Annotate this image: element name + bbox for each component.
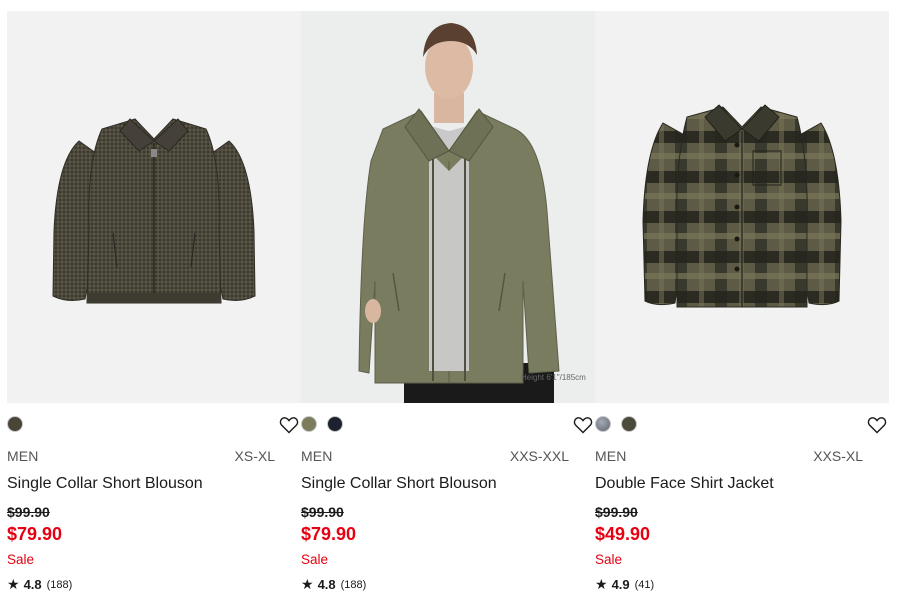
rating: ★ 4.9 (41) [595,576,654,593]
sale-badge: Sale [595,552,623,567]
product-image[interactable] [595,11,889,403]
product-name[interactable]: Single Collar Short Blouson [7,475,203,493]
heart-icon[interactable] [573,416,593,434]
product-card[interactable]: MEN XS-XL Single Collar Short Blouson $9… [7,11,301,605]
color-swatches [595,416,637,434]
color-swatch[interactable] [327,416,343,432]
sale-price: $79.90 [301,524,357,544]
heart-icon[interactable] [279,416,299,434]
rating-score: 4.8 [23,577,42,592]
product-gender: MEN [301,448,333,464]
sale-price: $49.90 [595,524,651,544]
star-icon: ★ [7,576,20,592]
product-card[interactable]: MEN XXS-XL Double Face Shirt Jacket $99.… [595,11,889,605]
review-count: (188) [46,578,73,591]
star-icon: ★ [301,576,314,592]
color-swatches [301,416,343,434]
rating-score: 4.9 [611,577,630,592]
star-icon: ★ [595,576,608,592]
color-swatch[interactable] [595,416,611,432]
product-name[interactable]: Double Face Shirt Jacket [595,475,774,493]
color-swatches [7,416,23,434]
review-count: (188) [340,578,367,591]
product-image[interactable]: Height 6'1"/185cm [301,11,595,403]
product-name[interactable]: Single Collar Short Blouson [301,475,497,493]
model-image [358,23,560,403]
sale-badge: Sale [301,552,329,567]
jacket-image [52,118,256,304]
color-swatch[interactable] [7,416,23,432]
product-card[interactable]: Height 6'1"/185cm MEN XXS-XXL Single Col… [301,11,595,605]
review-count: (41) [634,578,655,591]
sale-price: $79.90 [7,524,63,544]
model-height-caption: Height 6'1"/185cm [521,373,586,382]
product-sizes: XXS-XXL [509,448,569,464]
rating-score: 4.8 [317,577,336,592]
product-gender: MEN [595,448,627,464]
original-price: $99.90 [301,504,344,520]
original-price: $99.90 [7,504,50,520]
sale-badge: Sale [7,552,35,567]
product-grid: MEN XS-XL Single Collar Short Blouson $9… [0,0,897,605]
shirt-jacket-image [642,104,842,308]
color-swatch[interactable] [301,416,317,432]
product-sizes: XS-XL [234,448,275,464]
product-image[interactable] [7,11,301,403]
rating: ★ 4.8 (188) [301,576,366,593]
rating: ★ 4.8 (188) [7,576,72,593]
heart-icon[interactable] [867,416,887,434]
product-gender: MEN [7,448,39,464]
color-swatch[interactable] [621,416,637,432]
product-sizes: XXS-XL [813,448,863,464]
original-price: $99.90 [595,504,638,520]
